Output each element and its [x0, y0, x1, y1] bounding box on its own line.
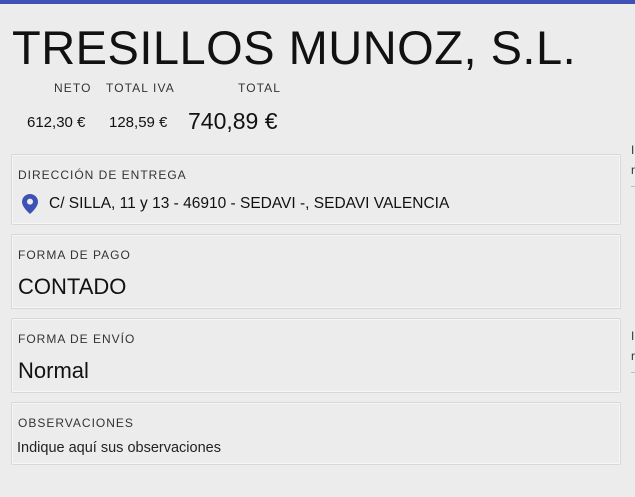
location-pin-icon: [22, 194, 38, 214]
total-value: 740,89 €: [188, 108, 278, 134]
neto-value: 612,30 €: [27, 114, 86, 131]
observations-label: OBSERVACIONES: [18, 416, 134, 430]
observations-card[interactable]: OBSERVACIONES Indique aquí sus observaci…: [11, 402, 621, 465]
iva-column: TOTAL IVA 128,59 €: [106, 81, 175, 131]
delivery-address-card[interactable]: DIRECCIÓN DE ENTREGA C/ SILLA, 11 y 13 -…: [11, 154, 621, 225]
delivery-address-text: C/ SILLA, 11 y 13 - 46910 - SEDAVI -, SE…: [49, 195, 450, 212]
total-label: TOTAL: [238, 81, 282, 95]
offscreen-fragment-line: I: [631, 143, 635, 157]
iva-label: TOTAL IVA: [106, 81, 175, 95]
delivery-address-row: C/ SILLA, 11 y 13 - 46910 - SEDAVI -, SE…: [22, 194, 449, 214]
company-name: TRESILLOS MUNOZ, S.L.: [12, 21, 577, 74]
payment-method-value: CONTADO: [18, 274, 127, 299]
shipping-method-value: Normal: [18, 358, 89, 383]
iva-value: 128,59 €: [109, 114, 168, 131]
neto-label: NETO: [54, 81, 92, 95]
shipping-method-card[interactable]: FORMA DE ENVÍO Normal: [11, 318, 621, 393]
offscreen-fragment-line: I: [631, 329, 635, 343]
observations-input[interactable]: Indique aquí sus observaciones: [17, 440, 221, 456]
offscreen-field-fragment: I r: [631, 326, 635, 366]
offscreen-field-underline: [631, 186, 635, 187]
offscreen-fragment-line: r: [631, 163, 635, 177]
offscreen-fragment-line: r: [631, 349, 635, 363]
top-accent-bar: [0, 0, 635, 4]
offscreen-field-underline: [631, 372, 635, 373]
neto-column: NETO 612,30 €: [27, 81, 92, 131]
payment-method-card[interactable]: FORMA DE PAGO CONTADO: [11, 234, 621, 309]
shipping-method-label: FORMA DE ENVÍO: [18, 332, 136, 346]
delivery-address-label: DIRECCIÓN DE ENTREGA: [18, 168, 187, 182]
payment-method-label: FORMA DE PAGO: [18, 248, 131, 262]
total-column: TOTAL 740,89 €: [188, 81, 282, 134]
offscreen-field-fragment: I r: [631, 140, 635, 180]
